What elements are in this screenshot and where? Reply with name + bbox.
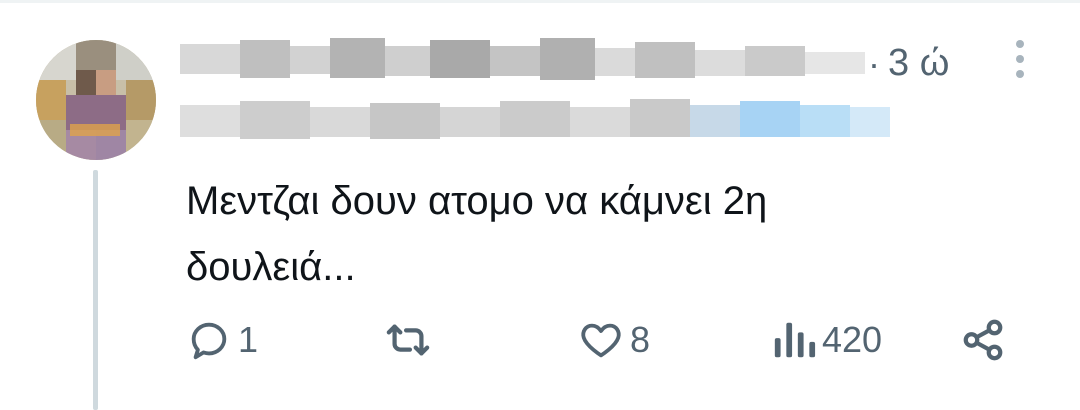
avatar-pixelated-image [36,40,156,160]
avatar[interactable] [36,40,156,160]
tweet-text-line-1: Μεντζαι δουν ατομο να κάμνει 2η [186,179,768,223]
time-separator: · [868,43,880,84]
views-button[interactable]: 420 [772,310,882,370]
views-count: 420 [822,319,883,360]
tweet-text-line-2: δουλειά... [186,245,356,289]
reply-icon [186,317,232,363]
like-count: 8 [630,319,651,360]
tweet-header: · 3 ώ [180,32,1060,92]
share-button[interactable] [960,310,1006,370]
views-bar-chart-icon [772,317,816,363]
thread-connector-line [93,170,98,410]
reply-count: 1 [238,319,259,360]
more-options-icon[interactable] [1010,38,1030,80]
reply-button[interactable]: 1 [186,310,258,370]
timestamp[interactable]: 3 ώ [888,44,949,82]
tweet-action-bar: 1 8 420 [186,310,1016,370]
like-button[interactable]: 8 [578,310,650,370]
blurred-author-name[interactable] [180,38,870,84]
tweet[interactable]: · 3 ώ Μεντζαι δουν ατομο να κάμνει 2η δο… [0,0,1080,410]
blurred-replying-to[interactable] [180,95,900,147]
share-icon [960,317,1006,363]
retweet-icon [382,317,434,363]
retweet-button[interactable] [382,310,434,370]
heart-icon [578,317,624,363]
tweet-text: Μεντζαι δουν ατομο να κάμνει 2η δουλειά.… [186,168,1026,300]
